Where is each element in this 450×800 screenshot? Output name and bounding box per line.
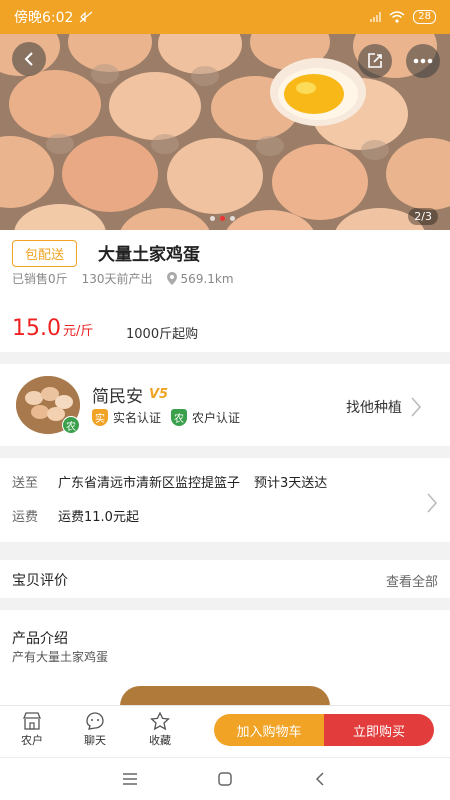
distance: 569.1km (180, 271, 234, 286)
price: 15.0 元/斤 (12, 316, 93, 341)
status-bar: 傍晚6:02 28 (0, 0, 450, 34)
back-button[interactable] (12, 42, 46, 76)
shipping-fee-label: 运费 (12, 510, 39, 525)
reviews-section: 宝贝评价 查看全部 (0, 560, 450, 598)
price-unit: 元/斤 (62, 324, 94, 339)
chevron-right-icon (411, 397, 422, 417)
product-meta: 已销售0斤 130天前产出 569.1km (12, 270, 234, 287)
product-title: 大量土家鸡蛋 (98, 245, 200, 265)
menu-icon (123, 773, 137, 785)
find-link-label: 找他种植 (346, 400, 402, 416)
sold-count: 已销售0斤 (12, 272, 68, 286)
shipping-fee-row: 运费 运费11.0元起 (12, 506, 139, 525)
intro-title: 产品介绍 (12, 631, 68, 647)
distance-group: 569.1km (166, 271, 234, 286)
product-image-carousel[interactable]: 2/3 (0, 34, 450, 230)
share-button[interactable] (358, 44, 392, 78)
chevron-right-icon (427, 493, 438, 513)
farmer-tab-button[interactable]: 农户 (7, 712, 57, 748)
produced-time: 130天前产出 (81, 272, 153, 286)
favorite-tab-button[interactable]: 收藏 (135, 712, 185, 748)
real-name-cert-icon: 实 (92, 409, 108, 426)
status-time-group: 傍晚6:02 (14, 7, 93, 27)
real-name-cert: 实 实名认证 (92, 409, 161, 426)
location-pin-icon (166, 272, 177, 285)
seller-certifications: 实 实名认证 农 农户认证 (92, 409, 240, 426)
ship-eta: 预计3天送达 (254, 476, 328, 491)
seller-name-group: 简民安 V5 (92, 382, 168, 407)
carousel-pager: 2/3 (408, 208, 438, 225)
ship-address: 广东省清远市清新区监控提篮子 (58, 476, 241, 491)
more-dots-icon (413, 58, 433, 64)
status-icons: 28 (370, 10, 436, 24)
delivery-card[interactable]: 送至 广东省清远市清新区监控提篮子 预计3天送达 运费 运费11.0元起 (0, 458, 450, 542)
favorite-tab-label: 收藏 (149, 734, 171, 747)
min-order: 1000斤起购 (126, 327, 199, 342)
farmer-badge: 农 (62, 416, 80, 434)
chat-tab-label: 聊天 (84, 734, 106, 747)
chevron-left-icon (24, 52, 33, 66)
seller-name: 简民安 (92, 387, 143, 407)
system-nav-bar (0, 757, 450, 800)
menu-nav-button[interactable] (120, 770, 140, 788)
wifi-icon (389, 11, 405, 23)
shipping-fee: 运费11.0元起 (58, 510, 139, 525)
vip-level-badge: V5 (149, 387, 169, 402)
price-value: 15.0 (12, 316, 61, 341)
delivery-tag: 包配送 (12, 240, 78, 267)
ship-to-row: 送至 广东省清远市清新区监控提篮子 预计3天送达 (12, 472, 327, 491)
back-triangle-icon (315, 772, 324, 786)
reviews-title: 宝贝评价 (12, 573, 68, 589)
back-nav-button[interactable] (310, 770, 330, 788)
chat-tab-button[interactable]: 聊天 (70, 712, 120, 748)
more-button[interactable] (406, 44, 440, 78)
carousel-dots (210, 216, 235, 221)
farmer-tab-label: 农户 (21, 734, 43, 747)
product-intro-section: 产品介绍 产有大量土家鸡蛋 (0, 610, 450, 706)
store-icon (23, 712, 41, 730)
chat-face-icon (86, 712, 104, 730)
buy-now-button[interactable]: 立即购买 (324, 714, 434, 746)
intro-image (120, 686, 330, 706)
product-info-card: 包配送 大量土家鸡蛋 已销售0斤 130天前产出 569.1km 15.0 元/… (0, 230, 450, 352)
seller-avatar[interactable]: 农 (16, 376, 80, 434)
ship-to-label: 送至 (12, 476, 39, 491)
mute-icon (80, 11, 93, 23)
signal-icon (370, 12, 382, 22)
home-nav-button[interactable] (215, 770, 235, 788)
view-all-reviews-link[interactable]: 查看全部 (386, 571, 438, 590)
seller-card[interactable]: 农 简民安 V5 实 实名认证 农 农户认证 找他种植 (0, 364, 450, 446)
bottom-action-bar: 农户 聊天 收藏 加入购物车 立即购买 (0, 705, 450, 757)
real-name-cert-label: 实名认证 (113, 411, 162, 425)
add-to-cart-button[interactable]: 加入购物车 (214, 714, 324, 746)
battery-indicator: 28 (413, 10, 436, 24)
home-square-icon (218, 772, 232, 786)
farmer-cert: 农 农户认证 (171, 409, 240, 426)
intro-desc: 产有大量土家鸡蛋 (12, 650, 109, 664)
farmer-cert-icon: 农 (171, 409, 188, 426)
find-him-plant-link[interactable]: 找他种植 (346, 396, 422, 418)
share-icon (368, 53, 382, 68)
status-time: 傍晚6:02 (14, 10, 74, 26)
star-icon (150, 712, 170, 730)
farmer-cert-label: 农户认证 (192, 411, 241, 425)
